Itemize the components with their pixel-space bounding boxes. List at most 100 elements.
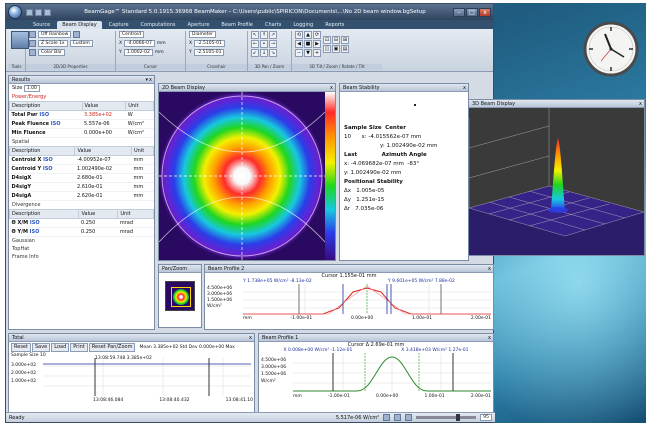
view-d-icon[interactable]: ◫ xyxy=(323,44,331,53)
centroid-dropdown[interactable]: Centroid xyxy=(119,31,145,38)
qat-save-icon[interactable] xyxy=(26,8,33,16)
reset-button[interactable]: Reset xyxy=(11,343,31,352)
arrow-up-icon[interactable]: ↑ xyxy=(260,31,268,39)
section-tophat[interactable]: TopHat xyxy=(9,245,154,253)
table-row[interactable]: D4sigX 2.680e-01 mm xyxy=(9,173,154,183)
center-icon[interactable]: • xyxy=(260,40,268,48)
status-view-icon[interactable] xyxy=(394,414,402,421)
rotate-cw-icon[interactable]: ⟳ xyxy=(313,31,321,39)
reset-view-icon[interactable]: ■ xyxy=(304,40,312,48)
zoom-region-box[interactable] xyxy=(171,287,191,307)
zoom-slider[interactable] xyxy=(416,414,477,421)
colorbar-icon xyxy=(29,49,36,56)
row-unit: mm xyxy=(131,191,154,201)
cursor-y-field[interactable]: 1.0002-02 xyxy=(123,49,153,56)
panel-close-icon[interactable]: x xyxy=(488,334,491,341)
maximize-button[interactable]: □ xyxy=(466,7,478,17)
table-row[interactable]: Θ Y/M ISO 0.250 mrad xyxy=(9,227,154,237)
app-menu-orb-icon[interactable] xyxy=(8,5,22,19)
arrow-down-left-icon[interactable]: ↙ xyxy=(251,49,259,57)
status-grid-icon[interactable] xyxy=(405,414,413,421)
tab-aperture[interactable]: Aperture xyxy=(183,21,215,29)
table-row[interactable]: Centroid Y ISO 1.002490e-02 mm xyxy=(9,164,154,174)
reset-pan-zoom-button[interactable]: Reset Pan/Zoom xyxy=(88,343,136,352)
print-button[interactable]: Print xyxy=(70,343,88,352)
total-stats: Mean 3.385e+02 Std Dev 0.000e+00 Max xyxy=(139,345,235,350)
cursor-x-field[interactable]: -4.0066-07 xyxy=(124,40,155,47)
zoom-out-icon[interactable]: − xyxy=(295,49,303,57)
table-row[interactable]: Total Pwr ISO 3.385e+02 W xyxy=(9,110,154,120)
panel-close-icon[interactable]: x xyxy=(488,265,491,272)
arrow-up-right-icon[interactable]: ↗ xyxy=(269,31,277,39)
table-row[interactable]: Θ X/M ISO 0.250 mrad xyxy=(9,218,154,228)
tilt-down-icon[interactable]: ▼ xyxy=(304,49,312,57)
close-button[interactable]: x xyxy=(479,7,491,17)
panel-close-icon[interactable]: x xyxy=(463,84,466,91)
section-gaussian[interactable]: Gaussian xyxy=(9,237,154,245)
view-a-icon[interactable]: ⊡ xyxy=(323,35,331,44)
3d-icon[interactable] xyxy=(73,31,81,38)
section-power[interactable]: Power/Energy xyxy=(9,93,154,101)
arrow-down-icon[interactable]: ↓ xyxy=(260,49,268,57)
tab-beam-profile[interactable]: Beam Profile xyxy=(216,21,258,29)
arrow-down-right-icon[interactable]: ↘ xyxy=(269,49,277,57)
custom-dropdown[interactable]: Custom xyxy=(69,40,93,47)
palette-dropdown[interactable]: Off Rainbow xyxy=(38,31,72,38)
crosshair-x-field[interactable]: -2.5105-01 xyxy=(194,40,225,47)
qat-open-icon[interactable] xyxy=(35,8,42,16)
beam-2d-image[interactable] xyxy=(158,92,335,260)
tab-computations[interactable]: Computations xyxy=(136,21,181,29)
profile-2-plot[interactable] xyxy=(243,284,491,316)
view-c-icon[interactable]: ⊞ xyxy=(341,35,349,44)
tilt-left-icon[interactable]: ◀ xyxy=(295,40,303,48)
tab-source[interactable]: Source xyxy=(28,21,55,29)
panel-close-icon[interactable]: x xyxy=(149,76,152,83)
pin-icon[interactable]: ▾ xyxy=(146,76,149,83)
size-field[interactable]: 1.00 xyxy=(23,85,40,92)
tab-capture[interactable]: Capture xyxy=(104,21,134,29)
crosshair-y-field[interactable]: -2.5105-01 xyxy=(193,49,225,56)
tab-charts[interactable]: Charts xyxy=(260,21,286,29)
arrow-left-icon[interactable]: ← xyxy=(251,40,259,48)
status-toggle-icon[interactable] xyxy=(383,414,391,421)
tab-reports[interactable]: Reports xyxy=(320,21,349,29)
colorbar-toggle[interactable]: Color Bar xyxy=(38,49,65,56)
row-desc: D4sigA xyxy=(9,191,75,201)
section-spatial[interactable]: Spatial xyxy=(9,138,154,146)
panel-close-icon[interactable]: x xyxy=(249,334,252,341)
tilt-up-icon[interactable]: ▲ xyxy=(304,31,312,39)
table-row[interactable]: D4sigA 2.620e-01 mm xyxy=(9,191,154,201)
table-row[interactable]: D4sigY 2.610e-01 mm xyxy=(9,182,154,192)
zscale-dropdown[interactable]: Z Scale 1x xyxy=(38,40,68,47)
zoom-field[interactable]: 95 xyxy=(480,414,492,421)
table-row[interactable]: Peak Fluence ISO 5.557e-06 W/cm² xyxy=(9,119,154,129)
total-chart-plot[interactable] xyxy=(43,358,251,398)
beam-3d-image[interactable] xyxy=(468,108,645,255)
load-button[interactable]: Load xyxy=(51,343,70,352)
diameter-dropdown[interactable]: Diameter xyxy=(189,31,217,38)
tilt-right-icon[interactable]: ▶ xyxy=(313,40,321,48)
table-row[interactable]: Min Fluence 0.000e+00 W/cm² xyxy=(9,128,154,138)
section-divergence[interactable]: Divergence xyxy=(9,201,154,209)
view-f-icon[interactable]: ▤ xyxy=(341,44,349,53)
view-e-icon[interactable]: ▣ xyxy=(332,44,340,53)
profile-1-plot[interactable] xyxy=(293,353,491,393)
panel-close-icon[interactable]: x xyxy=(639,100,642,107)
rotate-icon[interactable]: ⟲ xyxy=(295,31,303,39)
save-button[interactable]: Save xyxy=(31,343,51,352)
tab-logging[interactable]: Logging xyxy=(288,21,318,29)
group-caption: 3D Pan / Zoom xyxy=(248,64,291,70)
dr-value: 7.035e-06 xyxy=(355,206,384,212)
view-b-icon[interactable]: ⊟ xyxy=(332,35,340,44)
tab-beam-display[interactable]: Beam Display xyxy=(57,21,102,29)
section-frame[interactable]: Frame Info xyxy=(9,253,154,261)
zoom-in-icon[interactable]: + xyxy=(313,49,321,57)
panel-close-icon[interactable]: x xyxy=(330,84,333,91)
arrow-right-icon[interactable]: → xyxy=(269,40,277,48)
minimize-button[interactable]: – xyxy=(453,7,465,17)
qat-undo-icon[interactable] xyxy=(44,8,51,16)
arrow-up-left-icon[interactable]: ↖ xyxy=(251,31,259,39)
group-caption: Crosshair xyxy=(186,64,247,70)
table-row[interactable]: Centroid X ISO -4.00952e-07 mm xyxy=(9,155,154,165)
pan-zoom-thumbnail[interactable] xyxy=(165,281,195,311)
